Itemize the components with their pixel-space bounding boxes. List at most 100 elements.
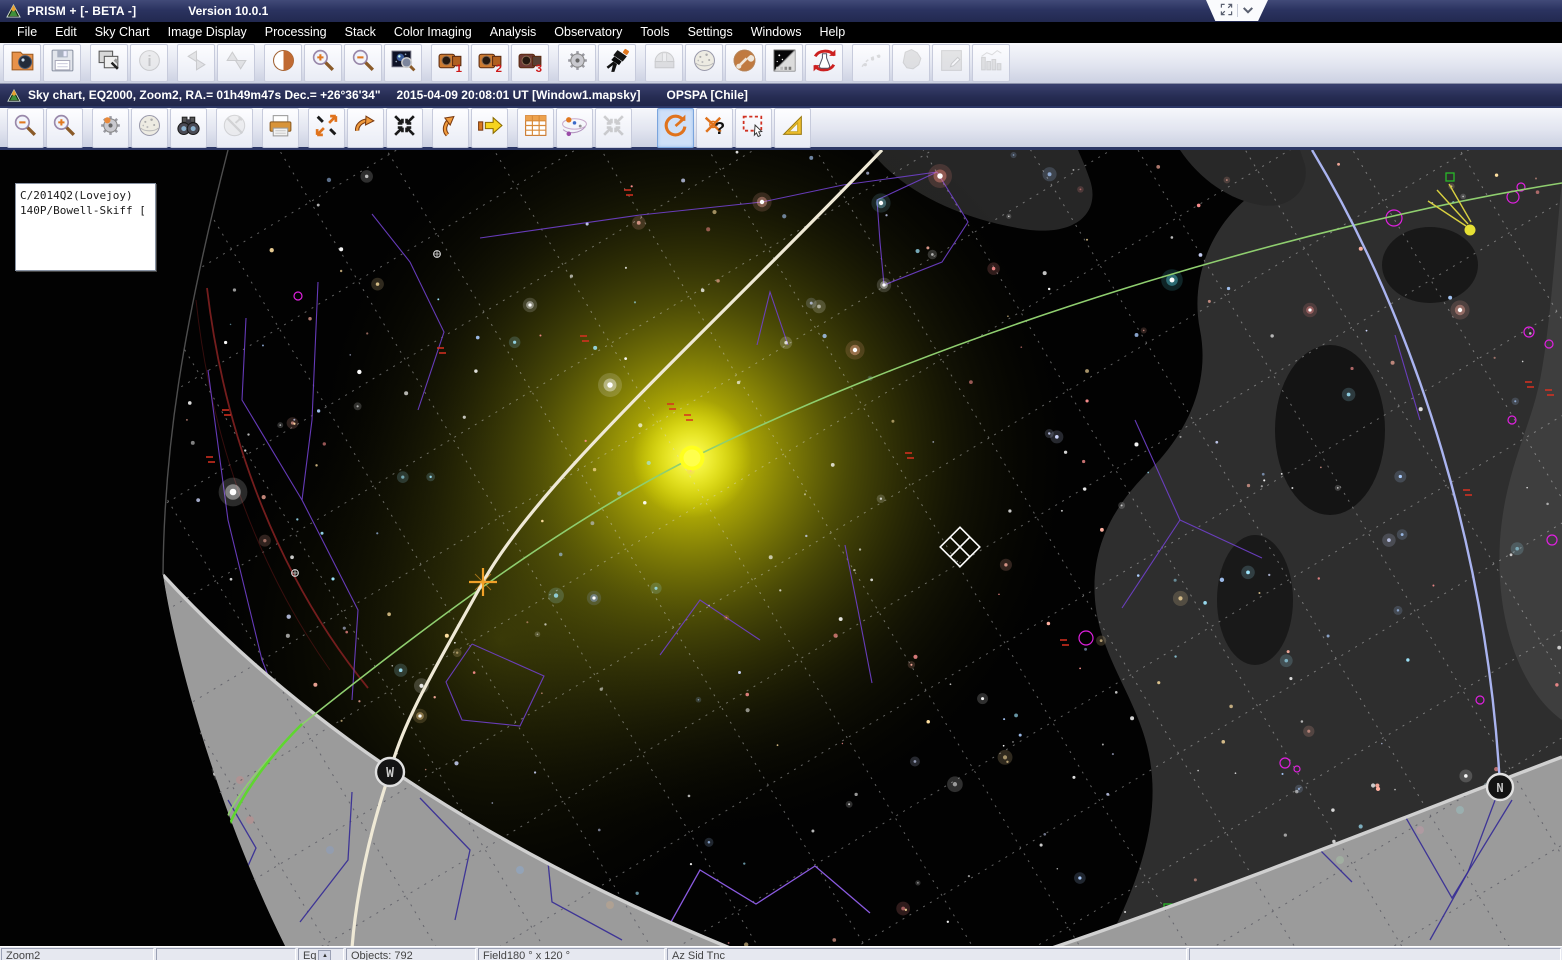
ccd-image-button[interactable] [765, 44, 803, 82]
camera-3-icon: 3 [517, 47, 544, 79]
histogram-icon [978, 47, 1005, 79]
celestial-sphere-button[interactable] [131, 108, 168, 148]
expand-field-button[interactable] [308, 108, 345, 148]
sky-chart-svg[interactable]: WN [0, 150, 1562, 946]
sky-chart-canvas[interactable]: WN C/2014Q2(Lovejoy) 140P/Bowell-Skiff [ [0, 150, 1562, 946]
contrast-adjust-icon [270, 47, 297, 79]
camera-2-icon: 2 [477, 47, 504, 79]
frame-selector[interactable]: Eq ▲ [298, 948, 344, 960]
select-region-button[interactable] [735, 108, 772, 148]
reduce-field-alt-icon [600, 112, 627, 144]
identify-object-button[interactable]: ? [696, 108, 733, 148]
main-toolbar-group: i [89, 44, 169, 82]
frame-selector-arrow-icon[interactable]: ▲ [318, 950, 331, 960]
status-zoom: Zoom2 [1, 948, 154, 960]
calibration-cycle-button[interactable] [805, 44, 843, 82]
menu-item-help[interactable]: Help [810, 23, 854, 42]
menu-item-processing[interactable]: Processing [256, 23, 336, 42]
search-object-button[interactable] [170, 108, 207, 148]
telescope-control-button[interactable] [598, 44, 636, 82]
camera-1-button[interactable]: 1 [431, 44, 469, 82]
flip-vertical-button[interactable] [177, 44, 215, 82]
chart-settings-icon [221, 112, 248, 144]
zoom-in-button[interactable] [304, 44, 342, 82]
reduce-field-alt-button[interactable] [595, 108, 632, 148]
zoom-in-button[interactable] [46, 108, 83, 148]
flip-view-button[interactable] [347, 108, 384, 148]
swing-view-button[interactable] [432, 108, 469, 148]
chart-toolbar-group: ? [656, 108, 812, 148]
rotate-chart-icon [662, 112, 689, 144]
camera-3-button[interactable]: 3 [511, 44, 549, 82]
histogram-button[interactable] [972, 44, 1010, 82]
ephemeris-table-button[interactable] [517, 108, 554, 148]
solar-system-icon [561, 112, 588, 144]
svg-text:3: 3 [535, 63, 541, 74]
chart-toolbar-group [6, 108, 84, 148]
chevron-down-icon[interactable] [1242, 4, 1254, 18]
sky-sphere-icon [691, 47, 718, 79]
print-chart-button[interactable] [262, 108, 299, 148]
telescope-control-icon [604, 47, 631, 79]
expand-icon[interactable] [1220, 3, 1233, 19]
copy-image-button[interactable] [90, 44, 128, 82]
menu-item-analysis[interactable]: Analysis [481, 23, 546, 42]
reduce-field-icon [391, 112, 418, 144]
save-image-button[interactable] [43, 44, 81, 82]
reduce-field-button[interactable] [386, 108, 423, 148]
camera-1-icon: 1 [437, 47, 464, 79]
zoom-out-button[interactable] [344, 44, 382, 82]
zoom-out-icon [350, 47, 377, 79]
rotate-chart-button[interactable] [657, 108, 694, 148]
ephemeris-table-icon [522, 112, 549, 144]
menu-item-color-imaging[interactable]: Color Imaging [385, 23, 481, 42]
plot-curve-button[interactable] [852, 44, 890, 82]
menu-item-image-display[interactable]: Image Display [159, 23, 256, 42]
contrast-adjust-button[interactable] [264, 44, 302, 82]
open-image-button[interactable] [3, 44, 41, 82]
svg-text:N: N [1496, 781, 1503, 795]
annotate-square-button[interactable] [932, 44, 970, 82]
zoom-out-button[interactable] [7, 108, 44, 148]
step-forward-button[interactable] [471, 108, 508, 148]
focuser-gear-button[interactable] [558, 44, 596, 82]
menu-item-observatory[interactable]: Observatory [545, 23, 631, 42]
solar-system-button[interactable] [556, 108, 593, 148]
menu-item-settings[interactable]: Settings [679, 23, 742, 42]
open-image-icon [9, 47, 36, 79]
main-toolbar-group [176, 44, 256, 82]
region-blob-button[interactable] [892, 44, 930, 82]
flip-horizontal-icon [223, 47, 250, 79]
chart-settings-button[interactable] [216, 108, 253, 148]
menu-item-file[interactable]: File [8, 23, 46, 42]
save-image-icon [49, 47, 76, 79]
field-rotation-icon [97, 112, 124, 144]
chart-observatory: OPSPA [Chile] [667, 88, 748, 102]
field-rotation-button[interactable] [92, 108, 129, 148]
menu-item-edit[interactable]: Edit [46, 23, 86, 42]
sky-sphere-button[interactable] [685, 44, 723, 82]
menu-item-sky-chart[interactable]: Sky Chart [86, 23, 159, 42]
menu-item-windows[interactable]: Windows [742, 23, 811, 42]
zoom-in-icon [310, 47, 337, 79]
svg-text:W: W [386, 766, 394, 781]
camera-2-button[interactable]: 2 [471, 44, 509, 82]
flip-view-icon [352, 112, 379, 144]
svg-text:1: 1 [455, 63, 462, 74]
menu-item-stack[interactable]: Stack [336, 23, 385, 42]
magnify-image-button[interactable] [384, 44, 422, 82]
dome-control-button[interactable] [645, 44, 683, 82]
tab-divider [1237, 4, 1238, 17]
tools-maintenance-button[interactable] [725, 44, 763, 82]
image-info-button[interactable]: i [130, 44, 168, 82]
flip-horizontal-button[interactable] [217, 44, 255, 82]
measure-angle-button[interactable] [774, 108, 811, 148]
magnify-image-icon [390, 47, 417, 79]
menu-item-tools[interactable]: Tools [631, 23, 678, 42]
main-toolbar-group [644, 44, 844, 82]
main-toolbar-group [851, 44, 1011, 82]
main-toolbar-group [2, 44, 82, 82]
calibration-cycle-icon [811, 47, 838, 79]
zoom-out-icon [12, 112, 39, 144]
step-forward-icon [476, 112, 503, 144]
